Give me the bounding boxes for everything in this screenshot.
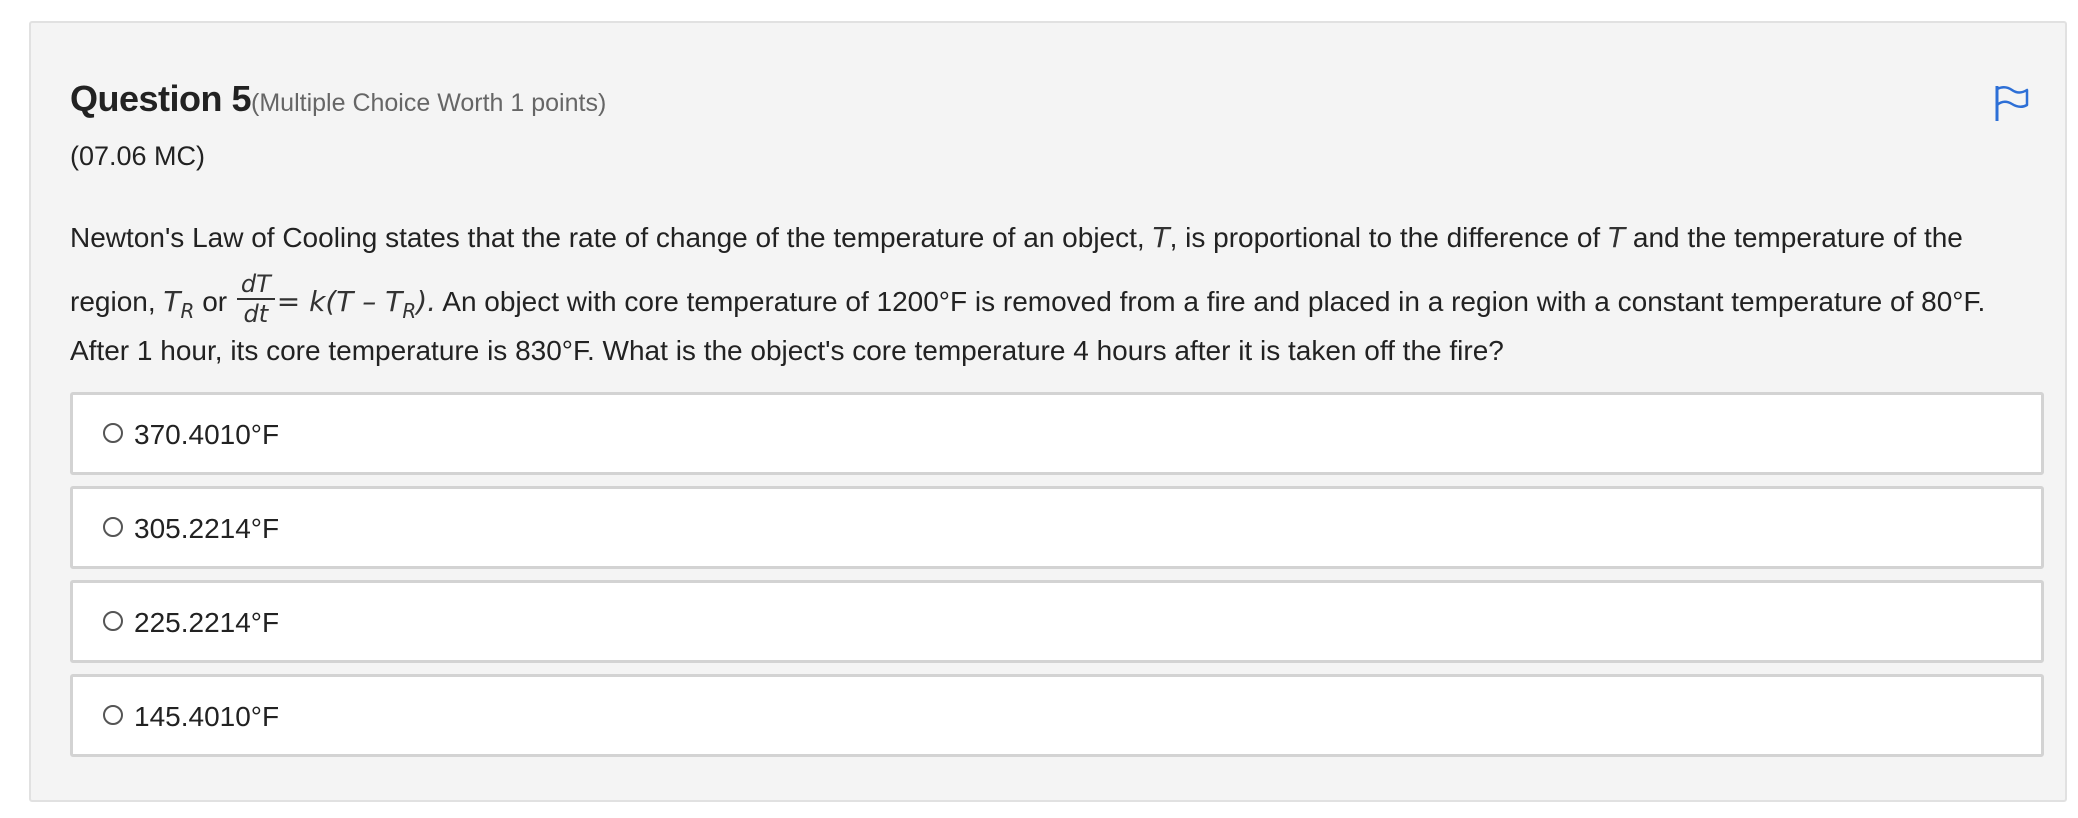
derivative-fraction: dT dt [236, 271, 275, 329]
answer-option-1[interactable]: 370.4010°F [70, 392, 2044, 475]
fraction-denominator: dt [243, 300, 269, 329]
answer-option-label: 370.4010°F [134, 419, 280, 450]
stem-text: An object with core temperature of 1200°… [436, 285, 1986, 317]
equation-end: ). [416, 284, 437, 318]
answer-option-3[interactable]: 225.2214°F [70, 580, 2044, 663]
answer-option-label: 145.4010°F [134, 701, 280, 732]
stem-text: , is proportional to the difference of [1169, 222, 1608, 253]
stem-text: and the temperature of the [1625, 222, 1963, 253]
question-meta: (Multiple Choice Worth 1 points) [251, 89, 607, 117]
fraction-numerator: dT [236, 271, 275, 301]
question-code: (07.06 MC) [70, 141, 206, 171]
stem-line-3: After 1 hour, its core temperature is 83… [70, 335, 1504, 366]
answer-option-label: 225.2214°F [134, 607, 280, 638]
variable-t: T [1607, 221, 1626, 254]
answer-option-4[interactable]: 145.4010°F [70, 674, 2044, 757]
equation-subscript-r: R [402, 298, 417, 323]
equation: = k(T – T [276, 284, 403, 318]
stem-text: region, [70, 285, 164, 317]
stem-line-1: Newton's Law of Cooling states that the … [70, 221, 1963, 254]
stem-text: Newton's Law of Cooling states that the … [70, 222, 1153, 253]
radio-button-icon[interactable] [103, 611, 123, 631]
answer-option-2[interactable]: 305.2214°F [70, 486, 2044, 569]
flag-icon[interactable] [1993, 83, 2029, 123]
variable-tr: T [163, 284, 181, 318]
radio-button-icon[interactable] [103, 517, 123, 537]
answer-option-label: 305.2214°F [134, 513, 280, 544]
radio-button-icon[interactable] [103, 423, 123, 443]
stem-line-2: region, TR or dT dt = k(T – TR). An object… [70, 271, 1986, 332]
question-header: Question 5 (Multiple Choice Worth 1 poin… [70, 78, 606, 120]
variable-t: T [1152, 221, 1170, 254]
question-title: Question 5 [70, 78, 252, 119]
subscript-r: R [180, 298, 195, 323]
radio-button-icon[interactable] [103, 705, 123, 725]
stem-text: or [194, 285, 235, 317]
question-card: Question 5 (Multiple Choice Worth 1 poin… [29, 21, 2067, 802]
